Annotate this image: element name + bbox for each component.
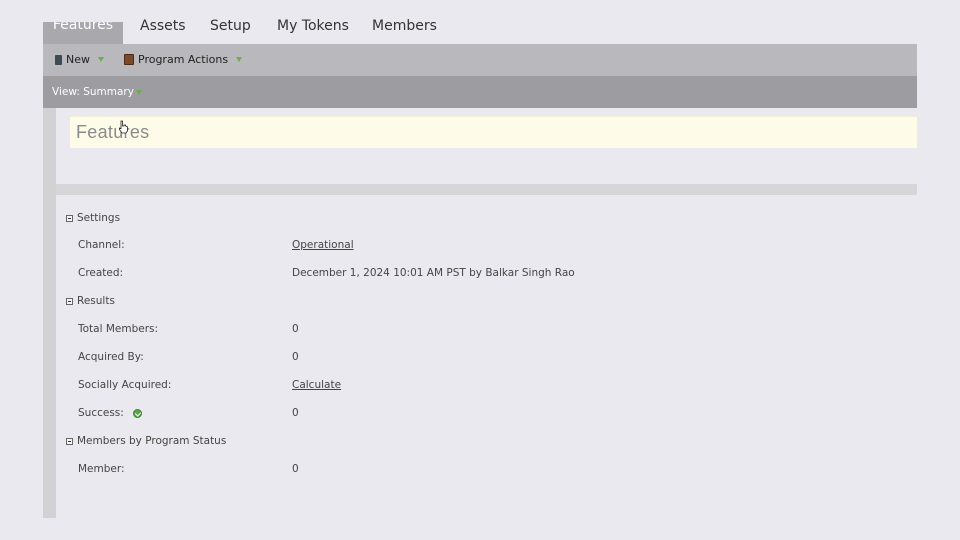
tab-features[interactable]: Features [43,22,123,44]
section-results-title: Results [77,295,115,307]
divider [56,184,917,195]
channel-label: Channel: [78,239,125,251]
created-label: Created: [78,267,124,279]
success-label: Success: [78,407,124,419]
dropdown-arrow-icon [98,57,104,62]
new-button-label: New [66,53,90,66]
tab-members[interactable]: Members [372,18,437,34]
title-box: Features [70,116,917,148]
collapse-icon[interactable] [66,297,73,305]
book-icon [124,54,134,65]
view-selector[interactable]: View: Summary [52,86,142,98]
main-content: Features Settings Channel: Operational C… [56,108,917,518]
dropdown-arrow-icon [135,89,142,95]
left-strip [43,108,56,518]
tab-my-tokens[interactable]: My Tokens [277,18,349,34]
program-actions-button[interactable]: Program Actions [124,53,243,66]
created-value: December 1, 2024 10:01 AM PST by Balkar … [292,267,575,279]
tab-bar: Features Assets Setup My Tokens Members [43,0,917,44]
tab-setup[interactable]: Setup [210,18,251,34]
success-value: 0 [292,407,299,419]
page-title: Features [76,122,150,142]
section-results-header[interactable]: Results [66,295,115,307]
dropdown-arrow-icon [236,57,243,62]
document-icon [55,54,62,65]
toolbar: New Program Actions [43,44,917,76]
tab-features-label: Features [52,22,114,33]
hand-cursor-icon [119,120,128,134]
success-row-label: Success: [78,407,143,419]
acquired-by-value: 0 [292,351,299,363]
collapse-icon[interactable] [66,214,73,222]
section-settings-title: Settings [77,212,121,224]
collapse-icon[interactable] [66,437,73,445]
socially-acquired-label: Socially Acquired: [78,379,172,391]
view-bar: View: Summary [43,76,917,108]
member-label: Member: [78,463,125,475]
total-members-value: 0 [292,323,299,335]
section-members-status-title: Members by Program Status [77,435,227,447]
section-settings-header[interactable]: Settings [66,212,120,224]
channel-link[interactable]: Operational [292,239,354,251]
view-selector-label: View: Summary [52,86,134,98]
new-button[interactable]: New [55,53,104,66]
total-members-label: Total Members: [78,323,159,335]
success-check-icon [133,408,143,418]
calculate-link[interactable]: Calculate [292,379,341,391]
member-value: 0 [292,463,299,475]
program-actions-label: Program Actions [138,53,229,66]
tab-assets[interactable]: Assets [140,18,186,34]
section-members-status-header[interactable]: Members by Program Status [66,435,226,447]
acquired-by-label: Acquired By: [78,351,144,363]
